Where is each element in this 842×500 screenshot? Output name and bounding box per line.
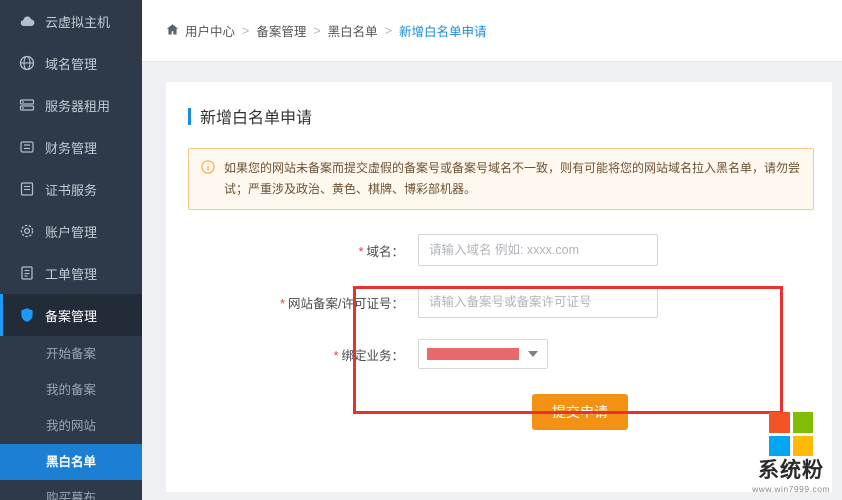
gear-icon — [18, 222, 36, 240]
breadcrumb-item-user-center[interactable]: 用户中心 — [185, 21, 235, 40]
sidebar-subitem-my-sites[interactable]: 我的网站 — [0, 408, 142, 444]
domain-label: * 域名： — [188, 241, 418, 260]
certificate-icon — [18, 180, 36, 198]
bind-service-label: * 绑定业务： — [188, 345, 418, 364]
bind-service-label-text: 绑定业务： — [341, 348, 404, 363]
sidebar-item-domain[interactable]: 域名管理 — [0, 42, 142, 84]
chevron-down-icon — [528, 351, 538, 357]
sidebar-subitem-start-filing[interactable]: 开始备案 — [0, 336, 142, 372]
sidebar-item-cloud-host[interactable]: 云虚拟主机 — [0, 0, 142, 42]
watermark-url: www.win7999.com — [752, 484, 830, 494]
sidebar-item-icp-filing[interactable]: 备案管理 — [0, 294, 142, 336]
main-content: 用户中心 > 备案管理 > 黑白名单 > 新增白名单申请 新增白名单申请 如果您… — [142, 0, 842, 500]
license-label: * 网站备案/许可证号： — [188, 293, 418, 312]
sidebar-item-label: 域名管理 — [45, 56, 98, 72]
sidebar: 云虚拟主机 域名管理 服务器租用 财务管理 证书服务 账户管理 工单管理 备案管… — [0, 0, 142, 500]
windows-logo-icon — [769, 412, 814, 456]
required-marker: * — [358, 244, 364, 259]
sidebar-item-label: 备案管理 — [45, 308, 98, 324]
shield-icon — [18, 306, 36, 324]
warning-icon — [201, 159, 217, 200]
server-icon — [18, 96, 36, 114]
breadcrumb-item-filing-management[interactable]: 备案管理 — [256, 21, 306, 40]
warning-alert: 如果您的网站未备案而提交虚假的备案号或备案号域名不一致，则有可能将您的网站域名拉… — [188, 148, 814, 210]
breadcrumb-separator: > — [242, 23, 250, 38]
form-card: 新增白名单申请 如果您的网站未备案而提交虚假的备案号或备案号域名不一致，则有可能… — [166, 82, 832, 492]
app-root: 云虚拟主机 域名管理 服务器租用 财务管理 证书服务 账户管理 工单管理 备案管… — [0, 0, 842, 500]
home-icon — [166, 23, 179, 39]
breadcrumb-item-blacklist-whitelist[interactable]: 黑白名单 — [328, 21, 378, 40]
form-area: *域名： *网站备案/许可证号： *绑定业务： — [166, 224, 832, 430]
redacted-value — [427, 348, 519, 360]
breadcrumb: 用户中心 > 备案管理 > 黑白名单 > 新增白名单申请 — [142, 0, 842, 62]
domain-label-text: 域名： — [366, 244, 404, 259]
sidebar-item-label: 工单管理 — [45, 266, 98, 282]
breadcrumb-item-current: 新增白名单申请 — [398, 25, 487, 39]
sidebar-item-certificate[interactable]: 证书服务 — [0, 168, 142, 210]
sidebar-item-label: 云虚拟主机 — [45, 14, 111, 30]
sidebar-subitem-blacklist-whitelist[interactable]: 黑白名单 — [0, 444, 142, 480]
globe-icon — [18, 54, 36, 72]
sidebar-item-account[interactable]: 账户管理 — [0, 210, 142, 252]
watermark-text: 系统粉 — [758, 459, 825, 482]
form-row-bind-service: * 绑定业务： — [188, 328, 832, 380]
ticket-icon — [18, 264, 36, 282]
cloud-icon — [18, 12, 36, 30]
title-accent-bar — [188, 107, 191, 125]
sidebar-item-label: 账户管理 — [45, 224, 98, 240]
sidebar-item-label: 服务器租用 — [45, 98, 111, 114]
required-marker: * — [333, 348, 339, 363]
domain-input[interactable] — [418, 234, 658, 266]
card-title-row: 新增白名单申请 — [166, 82, 832, 140]
submit-button[interactable]: 提交申请 — [532, 394, 628, 430]
breadcrumb-separator: > — [384, 23, 392, 38]
sidebar-item-label: 证书服务 — [45, 182, 98, 198]
sidebar-item-label: 财务管理 — [45, 140, 98, 156]
sidebar-subitem-my-filing[interactable]: 我的备案 — [0, 372, 142, 408]
form-row-license: * 网站备案/许可证号： — [188, 276, 832, 328]
license-input[interactable] — [418, 286, 658, 318]
breadcrumb-separator: > — [313, 23, 321, 38]
wallet-icon — [18, 138, 36, 156]
page-title: 新增白名单申请 — [200, 110, 313, 127]
bind-service-select[interactable] — [418, 339, 548, 369]
required-marker: * — [280, 296, 286, 311]
license-label-text: 网站备案/许可证号： — [288, 296, 404, 311]
sidebar-item-ticket[interactable]: 工单管理 — [0, 252, 142, 294]
watermark: 系统粉 www.win7999.com — [752, 412, 830, 494]
alert-text: 如果您的网站未备案而提交虚假的备案号或备案号域名不一致，则有可能将您的网站域名拉… — [224, 161, 801, 196]
sidebar-subitem-buy-backdrop[interactable]: 购买幕布 — [0, 480, 142, 500]
sidebar-item-finance[interactable]: 财务管理 — [0, 126, 142, 168]
form-row-domain: * 域名： — [188, 224, 832, 276]
submit-row: 提交申请 — [188, 394, 832, 430]
sidebar-item-server[interactable]: 服务器租用 — [0, 84, 142, 126]
